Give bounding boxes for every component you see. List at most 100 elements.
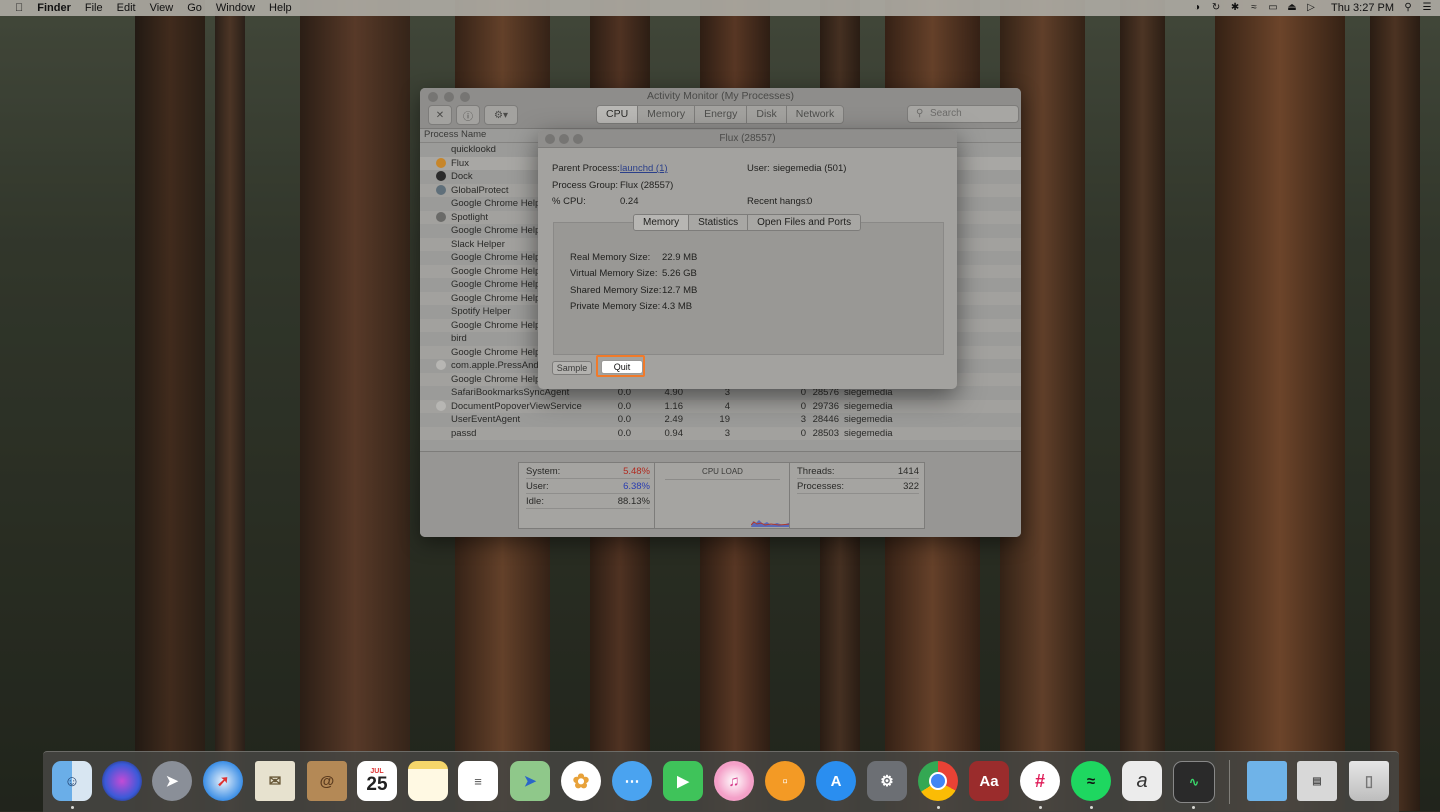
- tab-energy[interactable]: Energy: [695, 106, 748, 123]
- wifi-icon[interactable]: ≈: [1249, 3, 1259, 13]
- launchpad-icon[interactable]: ➤: [152, 761, 192, 801]
- system-preferences-icon[interactable]: ⚙: [867, 761, 907, 801]
- process-row[interactable]: passd 0.0 0.94 3 0 28503 siegemedia: [420, 426, 1021, 440]
- trash-icon[interactable]: ▯: [1349, 761, 1389, 801]
- idle-wakeups: 0: [800, 400, 806, 412]
- safari-icon[interactable]: ➚: [203, 761, 243, 801]
- parent-process-link[interactable]: launchd (1): [620, 163, 668, 174]
- action-menu-button[interactable]: ⚙▾: [484, 105, 518, 125]
- tab-memory[interactable]: Memory: [634, 215, 690, 230]
- script-editor-icon[interactable]: a: [1122, 761, 1162, 801]
- menu-edit[interactable]: Edit: [117, 2, 136, 14]
- tab-memory[interactable]: Memory: [638, 106, 696, 123]
- dialog-close-button[interactable]: [545, 134, 555, 144]
- activity-monitor-icon[interactable]: ∿: [1173, 761, 1215, 803]
- spotlight-icon[interactable]: ⚲: [1403, 3, 1413, 13]
- spotify-icon[interactable]: ≈: [1071, 761, 1111, 801]
- quit-button[interactable]: Quit: [601, 360, 643, 374]
- virtual-memory-value: 5.26 GB: [662, 268, 697, 279]
- tab-network[interactable]: Network: [786, 106, 844, 123]
- process-id: 29736: [812, 400, 839, 412]
- inspector-tabs: Memory Statistics Open Files and Ports: [633, 214, 862, 231]
- slack-icon[interactable]: #: [1020, 761, 1060, 801]
- messages-icon[interactable]: ⋯: [612, 761, 652, 801]
- volume-icon[interactable]: ▷: [1306, 3, 1316, 13]
- cpu-value: 0.24: [620, 196, 639, 207]
- process-user: siegemedia: [844, 414, 893, 425]
- process-name: Google Chrome Helpe: [451, 292, 546, 304]
- facetime-icon[interactable]: ▶: [663, 761, 703, 801]
- user-label: User:: [526, 481, 549, 492]
- shared-memory-label: Shared Memory Size:: [570, 285, 662, 296]
- tab-disk[interactable]: Disk: [747, 106, 787, 123]
- dialog-zoom-button[interactable]: [573, 134, 583, 144]
- menu-bar:  Finder File Edit View Go Window Help ◑…: [0, 0, 1440, 16]
- eject-icon[interactable]: ⏏: [1287, 3, 1297, 13]
- sync-icon[interactable]: ↻: [1211, 3, 1221, 13]
- flux-icon[interactable]: ◑: [1192, 3, 1202, 13]
- thread-count: 19: [719, 414, 730, 425]
- dictionary-icon[interactable]: Aa: [969, 761, 1009, 801]
- cpu-percent: 0.0: [617, 400, 631, 412]
- ibooks-icon[interactable]: ▫: [765, 761, 805, 801]
- process-name: Google Chrome Helpe: [451, 279, 546, 290]
- globalprotect-icon: [436, 184, 446, 195]
- column-process-name[interactable]: Process Name: [424, 129, 486, 140]
- menubar-clock[interactable]: Thu 3:27 PM: [1331, 2, 1394, 14]
- dialog-minimize-button[interactable]: [559, 134, 569, 144]
- photos-icon[interactable]: ✿: [561, 761, 601, 801]
- process-group-value: Flux (28557): [620, 180, 674, 191]
- spotlight-icon: [436, 211, 446, 222]
- cpu-summary-area: System: 5.48% User: 6.38% Idle: 88.13% C…: [420, 451, 1021, 537]
- airplay-icon[interactable]: ▭: [1268, 3, 1278, 13]
- contacts-icon[interactable]: @: [307, 761, 347, 801]
- documents-icon[interactable]: ▤: [1297, 761, 1337, 801]
- process-name: Google Chrome Helpe: [451, 225, 546, 236]
- process-name: passd: [451, 427, 477, 439]
- search-field[interactable]: ⚲ Search: [907, 105, 1019, 123]
- search-placeholder: Search: [930, 108, 962, 119]
- menu-finder[interactable]: Finder: [37, 2, 71, 14]
- cpu-load-graph: [751, 520, 791, 527]
- tab-open-files-and-ports[interactable]: Open Files and Ports: [748, 215, 861, 230]
- stop-process-button[interactable]: ✕: [428, 105, 452, 125]
- inspect-button[interactable]: ⓘ: [456, 105, 480, 125]
- apple-menu-icon[interactable]: : [15, 2, 23, 14]
- process-name: Google Chrome Helpe: [451, 373, 546, 385]
- sample-button[interactable]: Sample: [552, 361, 592, 375]
- info-icon: ⓘ: [463, 111, 473, 123]
- process-name: UserEventAgent: [451, 414, 521, 425]
- calendar-icon[interactable]: JUL 25: [357, 761, 397, 801]
- menu-window[interactable]: Window: [216, 2, 255, 14]
- running-indicator: [1039, 806, 1042, 809]
- menu-help[interactable]: Help: [269, 2, 292, 14]
- chrome-icon[interactable]: [918, 761, 958, 801]
- notes-icon[interactable]: [408, 761, 448, 801]
- cpu-percent: 0.0: [617, 427, 631, 439]
- tab-cpu[interactable]: CPU: [597, 106, 639, 123]
- activity-monitor-toolbar: Activity Monitor (My Processes) ✕ ⓘ ⚙▾ C…: [420, 88, 1021, 129]
- itunes-icon[interactable]: ♫: [714, 761, 754, 801]
- process-name: bird: [451, 333, 467, 344]
- process-name: Google Chrome Helpe: [451, 265, 546, 277]
- app-store-icon[interactable]: A: [816, 761, 856, 801]
- process-name: Slack Helper: [451, 238, 505, 250]
- mail-icon[interactable]: ✉: [255, 761, 295, 801]
- idle-value: 88.13%: [617, 496, 650, 507]
- bluetooth-icon[interactable]: ✱: [1230, 3, 1240, 13]
- real-memory-label: Real Memory Size:: [570, 252, 651, 263]
- notification-center-icon[interactable]: ☰: [1422, 3, 1432, 13]
- finder-icon[interactable]: ☺: [52, 761, 92, 801]
- menu-go[interactable]: Go: [187, 2, 202, 14]
- maps-icon[interactable]: ➤: [510, 761, 550, 801]
- process-row[interactable]: UserEventAgent 0.0 2.49 19 3 28446 siegemedia: [420, 413, 1021, 427]
- menu-file[interactable]: File: [85, 2, 103, 14]
- process-row[interactable]: DocumentPopoverViewService 0.0 1.16 4 0 29736…: [420, 399, 1021, 413]
- process-name: Google Chrome Helpe: [451, 198, 546, 209]
- user-label: User:: [747, 163, 770, 174]
- downloads-folder-icon[interactable]: [1247, 761, 1287, 801]
- menu-view[interactable]: View: [150, 2, 174, 14]
- tab-statistics[interactable]: Statistics: [689, 215, 749, 230]
- siri-icon[interactable]: [102, 761, 142, 801]
- reminders-icon[interactable]: ≡: [458, 761, 498, 801]
